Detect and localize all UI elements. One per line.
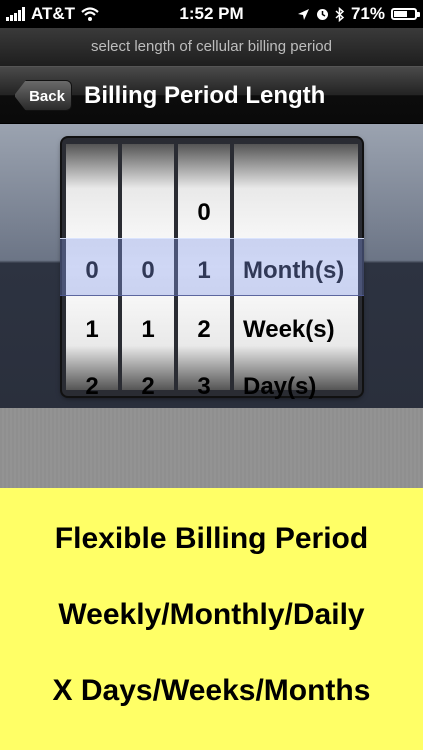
location-icon bbox=[297, 8, 309, 20]
promo-banner: Flexible Billing Period Weekly/Monthly/D… bbox=[0, 488, 423, 750]
picker-item: 3 bbox=[197, 373, 211, 400]
billing-period-picker: 0 1 2 0 1 2 0 1 2 3 Month(s) Week(s) Day… bbox=[62, 138, 362, 400]
picker-item: 2 bbox=[197, 316, 211, 343]
status-bar: AT&T 1:52 PM 71% bbox=[0, 0, 423, 28]
picker-item: 2 bbox=[85, 373, 99, 400]
battery-icon bbox=[391, 8, 420, 20]
picker-item: 0 bbox=[141, 257, 155, 284]
picker-item: 0 bbox=[197, 199, 211, 226]
picker-column-unit[interactable]: Month(s) Week(s) Day(s) bbox=[234, 144, 358, 400]
promo-line-1: Flexible Billing Period bbox=[54, 522, 369, 555]
prompt-text: select length of cellular billing period bbox=[0, 28, 423, 66]
picker-item: 0 bbox=[85, 257, 99, 284]
battery-percent: 71% bbox=[350, 4, 385, 23]
promo-line-3: X Days/Weeks/Months bbox=[52, 674, 371, 707]
picker-item: Week(s) bbox=[243, 316, 335, 343]
page-title: Billing Period Length bbox=[84, 82, 326, 109]
picker-item: 1 bbox=[141, 316, 155, 343]
picker-item: Month(s) bbox=[243, 257, 345, 284]
picker-column-ones[interactable]: 0 1 2 3 bbox=[178, 144, 230, 400]
picker-item: 1 bbox=[197, 257, 211, 284]
picker-item: 1 bbox=[85, 316, 99, 343]
picker-column-hundreds[interactable]: 0 1 2 bbox=[66, 144, 118, 400]
navigation-bar: Back Billing Period Length bbox=[0, 66, 423, 124]
promo-line-2: Weekly/Monthly/Daily bbox=[58, 598, 365, 631]
bluetooth-icon bbox=[335, 6, 345, 22]
alarm-icon bbox=[316, 8, 328, 20]
picker-item: Day(s) bbox=[243, 373, 317, 400]
picker-column-tens[interactable]: 0 1 2 bbox=[122, 144, 174, 400]
back-button[interactable]: Back bbox=[14, 80, 72, 111]
separator-band bbox=[0, 408, 423, 488]
picker-item: 2 bbox=[141, 373, 155, 400]
